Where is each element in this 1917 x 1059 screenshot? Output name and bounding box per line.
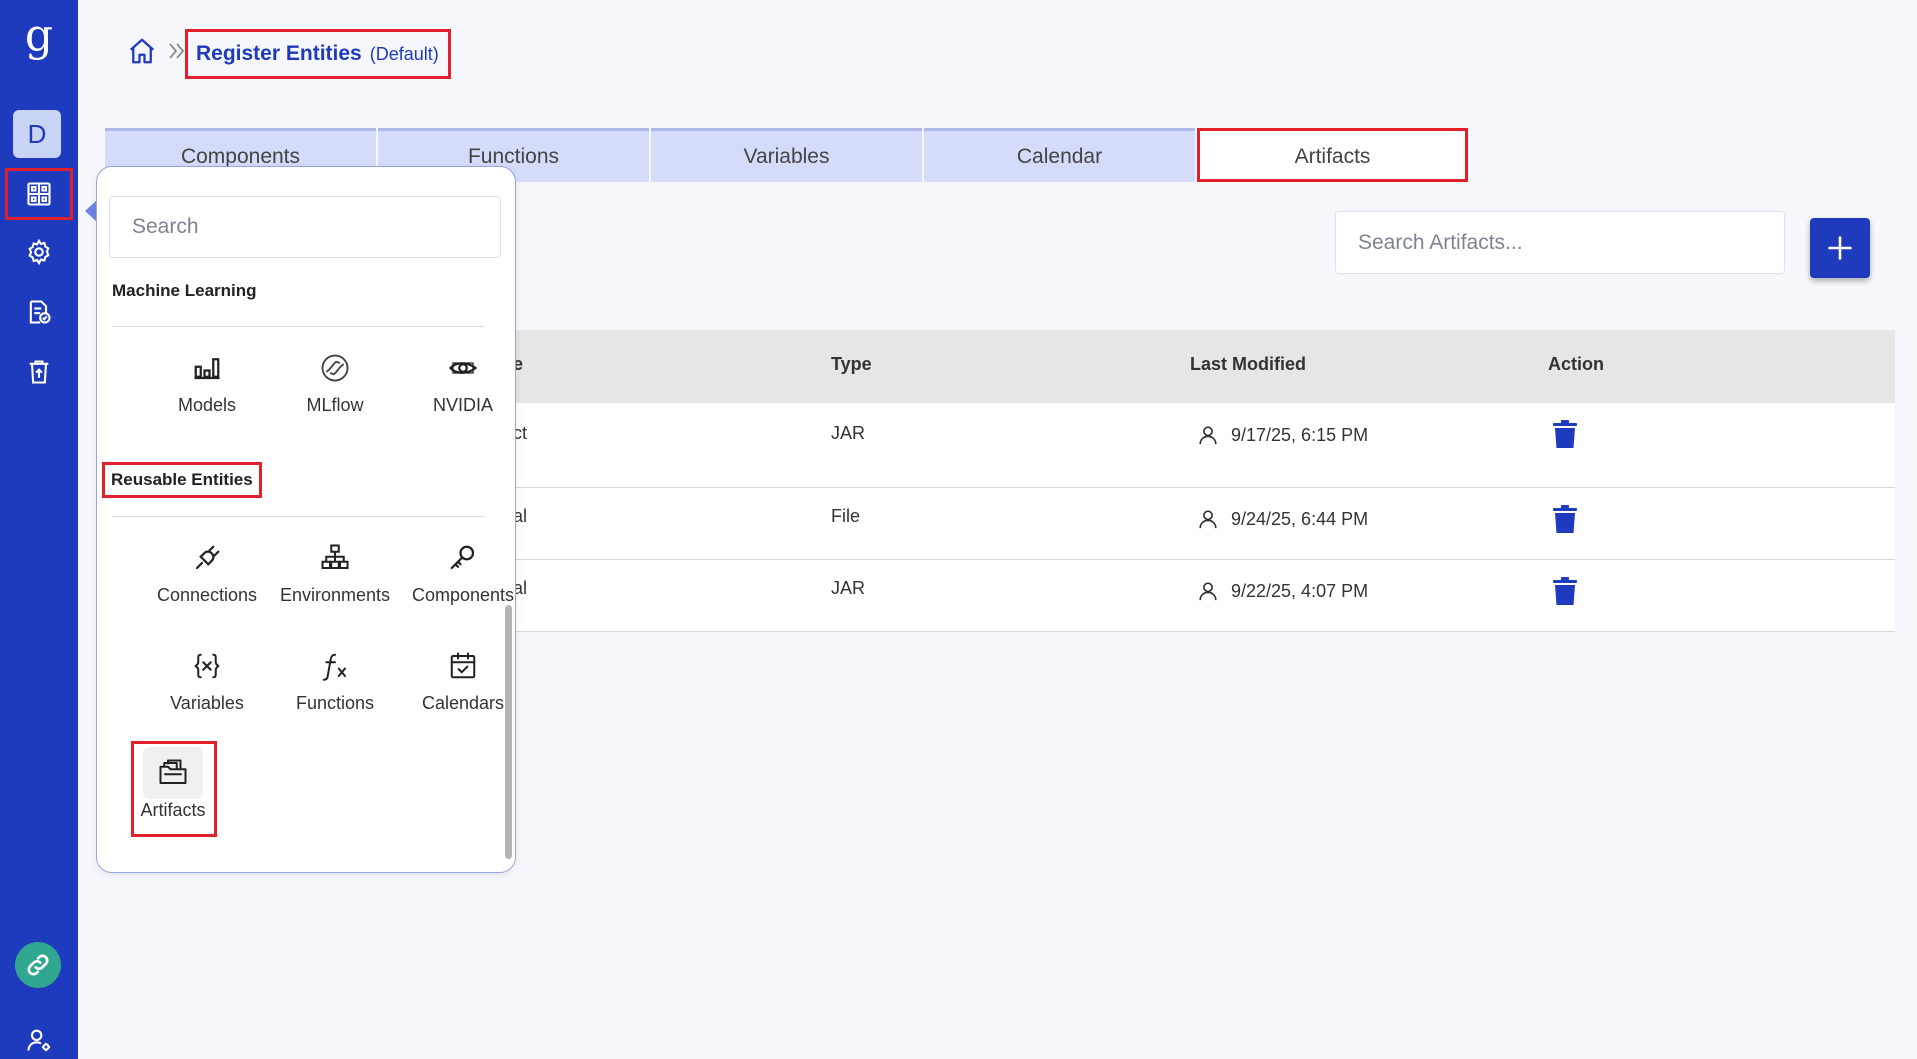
menu-item-variables[interactable]: Variables [143,651,271,714]
entity-menu-popup: Machine Learning Models MLflow NVIDIA Re… [96,166,516,873]
menu-item-nvidia[interactable]: NVIDIA [399,353,515,416]
network-icon [321,544,349,569]
section-machine-learning: Machine Learning [112,281,257,300]
sidebar-item-documents[interactable] [5,286,73,338]
modified-date: 9/17/25, 6:15 PM [1231,424,1369,445]
menu-item-components[interactable]: Components [399,543,515,606]
tab-artifacts[interactable]: Artifacts [1197,128,1468,182]
menu-item-connections[interactable]: Connections [143,543,271,606]
tab-variables[interactable]: Variables [651,128,922,182]
menu-item-models[interactable]: Models [143,353,271,416]
variable-braces-icon [194,653,220,679]
column-header-last-modified[interactable]: Last Modified [1190,354,1306,375]
page-title[interactable]: Register Entities [196,42,362,66]
document-check-icon [29,300,51,324]
cell-type: File [831,506,861,526]
sidebar-item-entities[interactable] [5,168,73,220]
delete-icon[interactable] [1553,420,1577,448]
menu-item-environments[interactable]: Environments [271,543,399,606]
key-icon [450,545,475,570]
calendar-check-icon [450,652,476,679]
function-icon [322,653,346,681]
section-divider [112,516,484,517]
user-icon [1199,426,1217,445]
section-divider [112,326,484,327]
nvidia-eye-icon [449,362,478,374]
sidebar-item-trash[interactable] [5,346,73,398]
delete-icon[interactable] [1553,505,1577,533]
user-gear-icon [27,1029,51,1052]
delete-icon[interactable] [1553,577,1577,605]
user-icon [1199,582,1217,601]
mlflow-icon [321,354,349,382]
add-artifact-button[interactable] [1810,218,1870,278]
modified-date: 9/24/25, 6:44 PM [1231,508,1369,529]
menu-item-functions[interactable]: Functions [271,651,399,714]
trash-upload-icon [29,360,49,384]
workspace-avatar[interactable]: D [13,110,61,158]
breadcrumb: Register Entities (Default) [185,29,451,79]
tab-calendar[interactable]: Calendar [924,128,1195,182]
cell-modified: 9/24/25, 6:44 PM [1197,508,1368,530]
column-header-type[interactable]: Type [831,354,872,375]
artifact-search-input[interactable] [1335,211,1785,274]
link-icon [27,954,49,976]
artifacts-highlight [131,741,217,837]
menu-item-mlflow[interactable]: MLflow [271,353,399,416]
popup-scrollbar[interactable] [505,605,512,859]
sidebar-item-user-settings[interactable] [5,1014,73,1059]
sidebar-item-settings[interactable] [5,226,73,278]
menu-item-calendars[interactable]: Calendars [399,651,515,714]
bar-chart-icon [194,358,220,380]
grid-icon [27,182,51,206]
plus-icon [1828,236,1852,260]
menu-search-input[interactable] [109,196,501,258]
plug-icon [195,545,220,570]
column-header-action: Action [1548,354,1604,374]
modified-date: 9/22/25, 4:07 PM [1231,580,1369,601]
home-icon[interactable] [127,36,157,66]
gear-icon [28,238,50,266]
connections-link-button[interactable] [15,942,61,988]
user-icon [1199,510,1217,529]
sidebar: g D [0,0,78,1059]
page-subtitle: (Default) [369,43,439,64]
cell-type: JAR [831,423,866,443]
app-logo[interactable]: g [0,10,78,61]
cell-type: JAR [831,578,866,598]
cell-modified: 9/17/25, 6:15 PM [1197,424,1368,446]
section-reusable-entities: Reusable Entities [102,462,262,498]
cell-modified: 9/22/25, 4:07 PM [1197,580,1368,602]
